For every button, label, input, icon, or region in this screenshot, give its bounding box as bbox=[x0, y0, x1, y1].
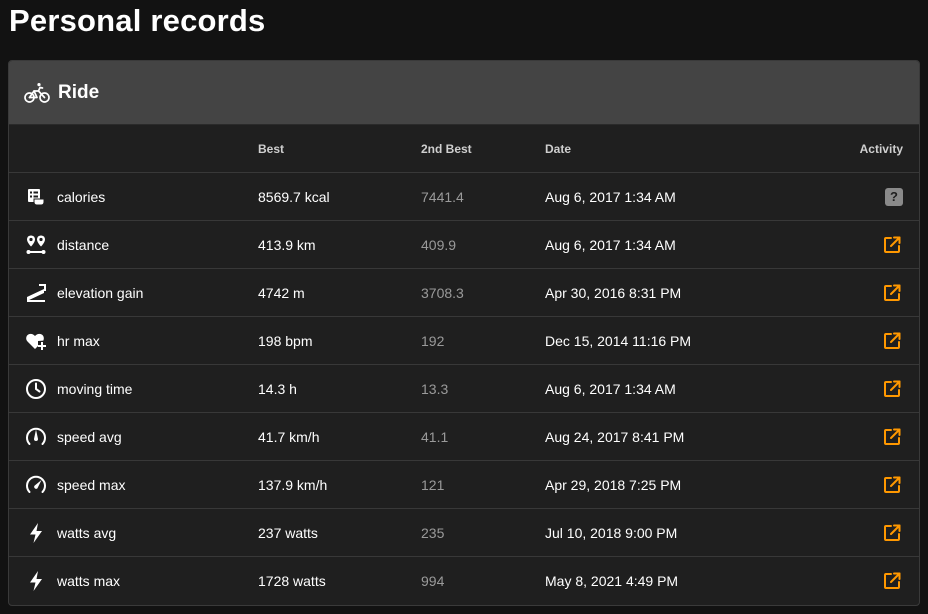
second-best-value: 192 bbox=[421, 332, 445, 349]
col-activity: Activity bbox=[859, 141, 903, 156]
second-best-value: 235 bbox=[421, 524, 445, 541]
record-date: Jul 10, 2018 9:00 PM bbox=[545, 524, 678, 541]
col-date: Date bbox=[545, 141, 572, 156]
lightning-icon bbox=[24, 569, 48, 593]
best-value: 237 watts bbox=[258, 524, 318, 541]
metric-label: watts avg bbox=[57, 524, 117, 541]
bicycle-icon bbox=[24, 80, 50, 106]
best-value: 14.3 h bbox=[258, 380, 297, 397]
page-title: Personal records bbox=[9, 3, 266, 38]
record-date: Dec 15, 2014 11:16 PM bbox=[545, 332, 692, 349]
table-row: speed max 137.9 km/h 121 Apr 29, 2018 7:… bbox=[9, 461, 919, 509]
best-value: 41.7 km/h bbox=[258, 428, 320, 445]
calories-icon bbox=[24, 185, 48, 209]
open-activity-link[interactable] bbox=[881, 234, 903, 256]
metric-label: elevation gain bbox=[57, 284, 144, 301]
speedometer-fast-icon bbox=[24, 473, 48, 497]
col-best: Best bbox=[258, 141, 285, 156]
best-value: 137.9 km/h bbox=[258, 476, 328, 493]
distance-icon bbox=[24, 233, 48, 257]
metric-label: speed max bbox=[57, 476, 126, 493]
col-second-best: 2nd Best bbox=[421, 141, 472, 156]
card-header: Ride bbox=[9, 61, 919, 125]
record-date: Apr 30, 2016 8:31 PM bbox=[545, 284, 682, 301]
best-value: 8569.7 kcal bbox=[258, 188, 330, 205]
best-value: 413.9 km bbox=[258, 236, 316, 253]
metric-label: calories bbox=[57, 188, 106, 205]
table-header: Best 2nd Best Date Activity bbox=[9, 125, 919, 173]
question-icon: ? bbox=[885, 187, 903, 206]
second-best-value: 41.1 bbox=[421, 428, 449, 445]
elevation-icon bbox=[24, 281, 48, 305]
table-row: watts max 1728 watts 994 May 8, 2021 4:4… bbox=[9, 557, 919, 605]
metric-label: hr max bbox=[57, 332, 100, 349]
record-date: Aug 24, 2017 8:41 PM bbox=[545, 428, 685, 445]
second-best-value: 121 bbox=[421, 476, 445, 493]
open-activity-link[interactable] bbox=[881, 378, 903, 400]
table-row: watts avg 237 watts 235 Jul 10, 2018 9:0… bbox=[9, 509, 919, 557]
table-row: moving time 14.3 h 13.3 Aug 6, 2017 1:34… bbox=[9, 365, 919, 413]
best-value: 1728 watts bbox=[258, 573, 326, 589]
table-row: hr max 198 bpm 192 Dec 15, 2014 11:16 PM bbox=[9, 317, 919, 365]
table-row: speed avg 41.7 km/h 41.1 Aug 24, 2017 8:… bbox=[9, 413, 919, 461]
record-date: May 8, 2021 4:49 PM bbox=[545, 573, 679, 589]
open-activity-link[interactable] bbox=[881, 330, 903, 352]
best-value: 198 bpm bbox=[258, 332, 313, 349]
second-best-value: 13.3 bbox=[421, 380, 449, 397]
metric-label: watts max bbox=[57, 573, 121, 589]
second-best-value: 409.9 bbox=[421, 236, 457, 253]
best-value: 4742 m bbox=[258, 284, 305, 301]
record-date: Aug 6, 2017 1:34 AM bbox=[545, 236, 676, 253]
card-title: Ride bbox=[58, 81, 100, 103]
second-best-value: 3708.3 bbox=[421, 284, 464, 301]
table-row: elevation gain 4742 m 3708.3 Apr 30, 201… bbox=[9, 269, 919, 317]
second-best-value: 7441.4 bbox=[421, 188, 464, 205]
open-activity-link[interactable] bbox=[881, 474, 903, 496]
table-row: distance 413.9 km 409.9 Aug 6, 2017 1:34… bbox=[9, 221, 919, 269]
table-row: calories 8569.7 kcal 7441.4 Aug 6, 2017 … bbox=[9, 173, 919, 221]
clock-icon bbox=[24, 377, 48, 401]
open-activity-link[interactable] bbox=[881, 426, 903, 448]
heart-plus-icon bbox=[24, 329, 48, 353]
open-activity-link[interactable] bbox=[881, 282, 903, 304]
metric-label: moving time bbox=[57, 380, 133, 397]
records-card: Ride Best 2nd Best Date Activity calorie… bbox=[8, 60, 920, 606]
record-date: Aug 6, 2017 1:34 AM bbox=[545, 380, 676, 397]
record-date: Apr 29, 2018 7:25 PM bbox=[545, 476, 682, 493]
metric-label: speed avg bbox=[57, 428, 122, 445]
speedometer-slow-icon bbox=[24, 425, 48, 449]
lightning-icon bbox=[24, 521, 48, 545]
open-activity-link[interactable] bbox=[881, 570, 903, 592]
open-activity-link[interactable] bbox=[881, 522, 903, 544]
record-date: Aug 6, 2017 1:34 AM bbox=[545, 188, 676, 205]
second-best-value: 994 bbox=[421, 573, 445, 589]
metric-label: distance bbox=[57, 236, 110, 253]
